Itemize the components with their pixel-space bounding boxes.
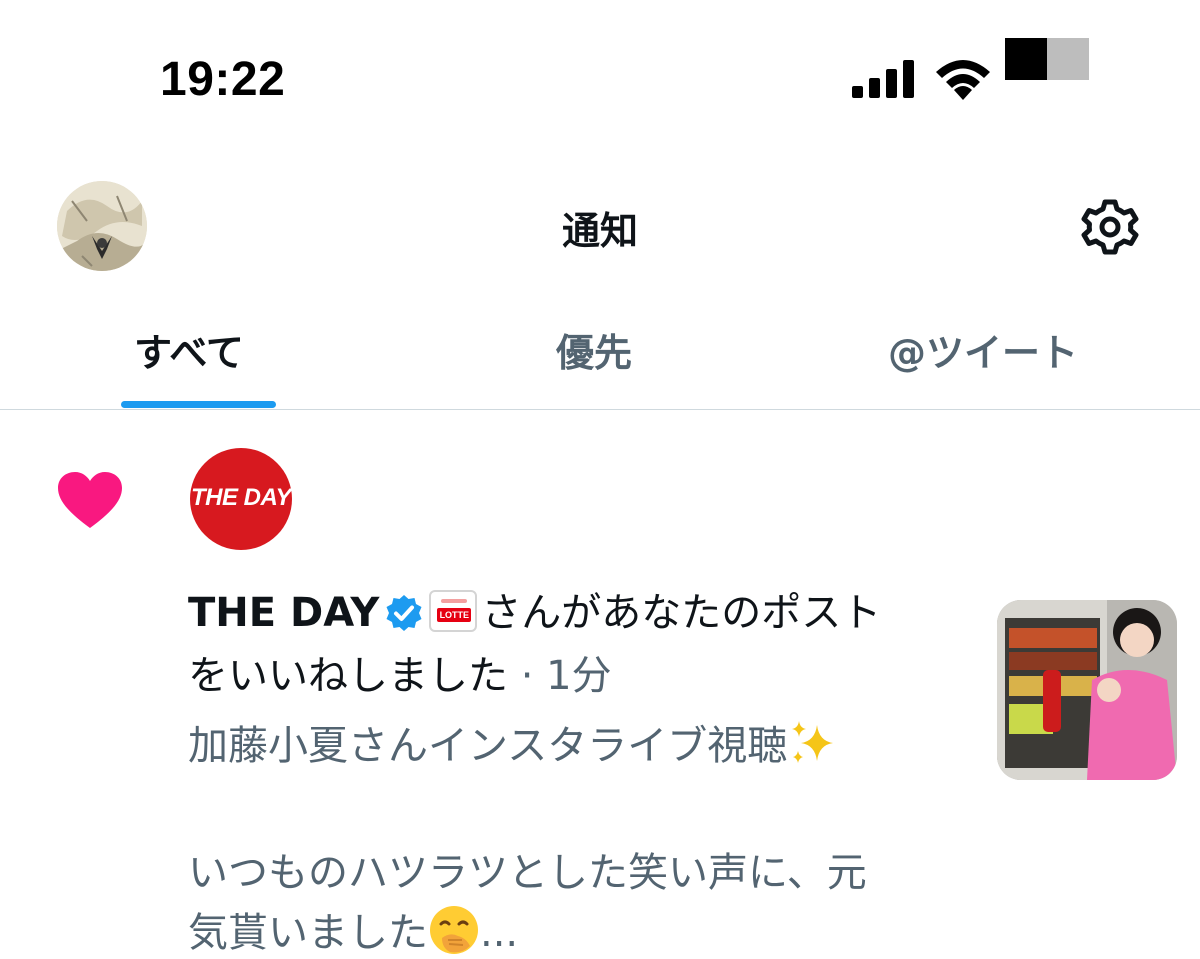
notification-text-line1: THE DAY LOTTE さんがあなたのポスト: [188, 580, 881, 638]
post-excerpt-line3: 気貰いました ...: [188, 900, 518, 958]
logo-text: THE DAY: [190, 484, 292, 511]
affiliation-badge[interactable]: LOTTE: [429, 590, 478, 632]
tab-all[interactable]: すべて: [134, 322, 244, 377]
divider: [0, 409, 1200, 410]
post-media-thumbnail[interactable]: [997, 600, 1177, 780]
active-tab-indicator: [121, 401, 276, 408]
tab-mentions[interactable]: @ツイート: [888, 322, 1078, 377]
actor-name[interactable]: THE DAY: [188, 590, 379, 636]
action-text-part2: をいいねしました: [188, 653, 508, 699]
post-excerpt-line2: いつものハツラツとした笑い声に、元: [188, 850, 867, 896]
sparkles-emoji-icon: [792, 721, 834, 763]
battery-icon: [1005, 38, 1089, 80]
tab-priority[interactable]: 優先: [556, 322, 632, 377]
timestamp: 1分: [546, 653, 612, 699]
page-title: 通知: [561, 209, 638, 253]
heart-icon: [58, 472, 122, 528]
notification-text-line2: をいいねしました · 1分: [188, 643, 612, 701]
actor-avatar[interactable]: THE DAY: [190, 448, 292, 550]
ellipsis: ...: [480, 910, 519, 956]
post-excerpt-line1: 加藤小夏さんインスタライブ視聴: [188, 713, 839, 771]
gear-icon[interactable]: [1080, 197, 1140, 257]
action-text-part1: さんがあなたのポスト: [481, 590, 882, 636]
time-separator: ·: [508, 653, 547, 699]
cellular-signal-icon: [852, 60, 914, 98]
status-time: 19:22: [160, 53, 286, 106]
notifications-screen: 19:22 通知 すべて 優先 @ツイート THE DAY THE DAY LO…: [0, 0, 1200, 959]
hand-over-mouth-emoji-icon: [430, 906, 478, 954]
wifi-icon: [936, 60, 990, 100]
verified-badge-icon: [386, 595, 422, 631]
